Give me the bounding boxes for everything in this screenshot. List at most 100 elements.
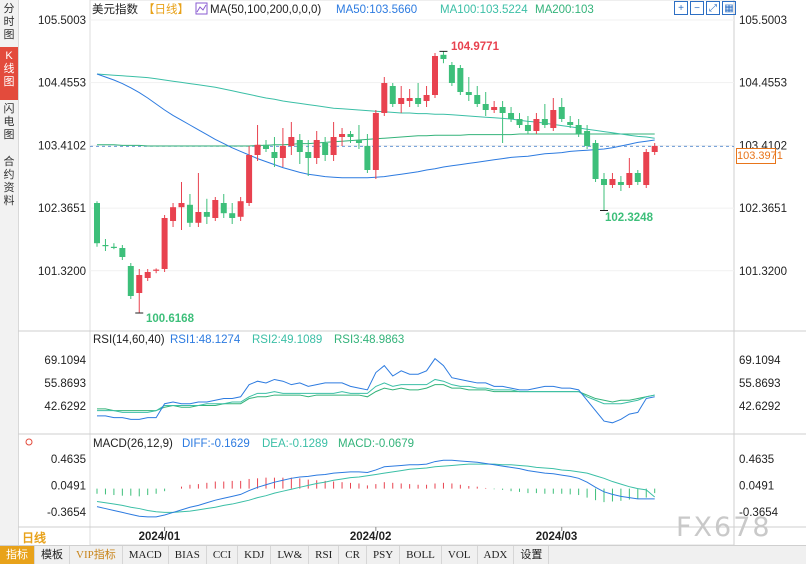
toolbar-button-14[interactable]: 设置 <box>514 546 550 564</box>
candle-body <box>626 173 633 185</box>
candle-body <box>575 125 582 134</box>
candle-body <box>432 56 438 95</box>
candle-body <box>381 83 388 113</box>
toolbar-button-13[interactable]: ADX <box>478 546 515 564</box>
candle-body <box>364 146 371 170</box>
candle-body <box>288 137 295 146</box>
date-label: 2024/03 <box>536 531 578 543</box>
macd-tick-right: 0.4635 <box>739 454 774 466</box>
candle-body <box>203 212 210 217</box>
price-tick-left: 105.5003 <box>38 15 86 27</box>
candle-body <box>584 131 591 146</box>
toolbar-button-0[interactable]: 指标 <box>0 546 35 564</box>
toolbar-button-3[interactable]: MACD <box>123 546 169 564</box>
price-tick-left: 103.4102 <box>38 140 86 152</box>
low-annotation-2: 102.3248 <box>605 212 654 224</box>
rsi-tick-right: 42.6292 <box>739 401 781 413</box>
candle-body <box>643 152 650 185</box>
candle-body <box>322 143 329 155</box>
current-price-tag: 103.3971 <box>736 148 783 164</box>
toolbar-button-11[interactable]: BOLL <box>400 546 442 564</box>
candle-body <box>119 248 126 257</box>
candle-body <box>127 266 134 296</box>
rsi1-value: RSI1:48.1274 <box>170 334 241 346</box>
candle-body <box>499 107 506 113</box>
toolbar-button-4[interactable]: BIAS <box>169 546 207 564</box>
candle-body <box>550 110 557 128</box>
price-tick-right: 101.3200 <box>739 266 787 278</box>
toolbar-button-10[interactable]: PSY <box>367 546 401 564</box>
price-tick-left: 104.4553 <box>38 78 86 90</box>
candle-body <box>533 119 540 131</box>
candle-body <box>271 152 278 158</box>
candle-body <box>440 54 447 59</box>
toolbar-button-7[interactable]: LW& <box>271 546 310 564</box>
rsi-tick-right: 69.1094 <box>739 355 781 367</box>
toolbar-button-1[interactable]: 模板 <box>35 546 70 564</box>
date-axis: 2024/01 2024/02 2024/03 <box>139 527 578 543</box>
candle-body <box>186 204 193 223</box>
candle-body <box>94 203 100 244</box>
chart-canvas[interactable]: 105.5003 105.5003 104.4553 104.4553 103.4102… <box>0 0 806 545</box>
candle-body <box>389 86 396 104</box>
candle-body <box>617 182 624 185</box>
candle-body <box>482 104 489 110</box>
candle-body <box>601 179 607 185</box>
macd-hist-value: MACD:-0.0679 <box>338 438 414 450</box>
toolbar-button-5[interactable]: CCI <box>207 546 239 564</box>
candle-body <box>330 137 337 155</box>
toolbar-button-2[interactable]: VIP指标 <box>70 546 123 564</box>
price-tick-right: 105.5003 <box>739 15 787 27</box>
candle-body <box>651 146 658 152</box>
expand-icon[interactable]: ⤢ <box>706 1 720 15</box>
candle-body <box>398 98 405 104</box>
candle-body <box>279 146 286 158</box>
candle-body <box>491 107 498 110</box>
candle-body <box>406 98 413 101</box>
macd-tick-left: 0.0491 <box>51 480 86 492</box>
rsi-panel: 69.1094 69.1094 55.8693 55.8693 42.6292 42.62… <box>44 355 781 424</box>
candle-body <box>609 179 616 185</box>
toolbar-button-6[interactable]: KDJ <box>238 546 272 564</box>
toolbar-button-9[interactable]: CR <box>339 546 367 564</box>
period-tag: 【日线】 <box>143 2 189 16</box>
candle-body <box>339 134 346 137</box>
candle-body <box>508 113 515 119</box>
period-button[interactable]: 日线 <box>22 529 46 546</box>
toolbar-button-12[interactable]: VOL <box>442 546 478 564</box>
rsi1-line <box>97 357 655 424</box>
candle-body <box>246 155 253 203</box>
high-annotation: 104.9771 <box>451 41 500 53</box>
candle-body <box>296 140 303 152</box>
macd-settings-icon[interactable] <box>25 438 33 446</box>
zoom-out-icon[interactable]: − <box>690 1 704 15</box>
candle-body <box>474 95 481 104</box>
instrument-name: 美元指数 <box>92 2 138 16</box>
candle-body <box>161 218 168 269</box>
ma200-value: MA200:103 <box>535 4 594 16</box>
rsi-label: RSI(14,60,40) <box>93 334 165 346</box>
rsi-tick-right: 55.8693 <box>739 378 781 390</box>
watermark: FX678 <box>676 512 772 543</box>
candle-body <box>423 95 430 101</box>
indicator-toolbar: 指标 模板 VIP指标 MACD BIAS CCI KDJ LW& RSI CR PSY BOLL VO… <box>0 545 806 564</box>
candle-body <box>178 203 185 208</box>
candle-body <box>237 201 244 217</box>
candle-body <box>524 125 531 131</box>
candle-body <box>263 144 269 149</box>
zoom-in-icon[interactable]: + <box>674 1 688 15</box>
plot-frame <box>89 0 735 545</box>
candle-body <box>195 212 202 223</box>
ma100-value: MA100:103.5224 <box>440 4 528 16</box>
candle-body <box>448 65 455 83</box>
candle-body <box>102 245 109 247</box>
macd-label: MACD(26,12,9) <box>93 438 173 450</box>
rsi2-value: RSI2:49.1089 <box>252 334 322 346</box>
candle-body <box>541 119 548 125</box>
ma-indicator-icon-line <box>196 4 207 13</box>
candle-body <box>254 144 261 155</box>
candle-body <box>567 122 574 125</box>
macd-panel: 0.4635 0.46350.0491 0.0491-0.3654 -0.3654 <box>47 454 779 519</box>
grid-icon[interactable]: ▦ <box>722 1 736 15</box>
toolbar-button-8[interactable]: RSI <box>309 546 340 564</box>
